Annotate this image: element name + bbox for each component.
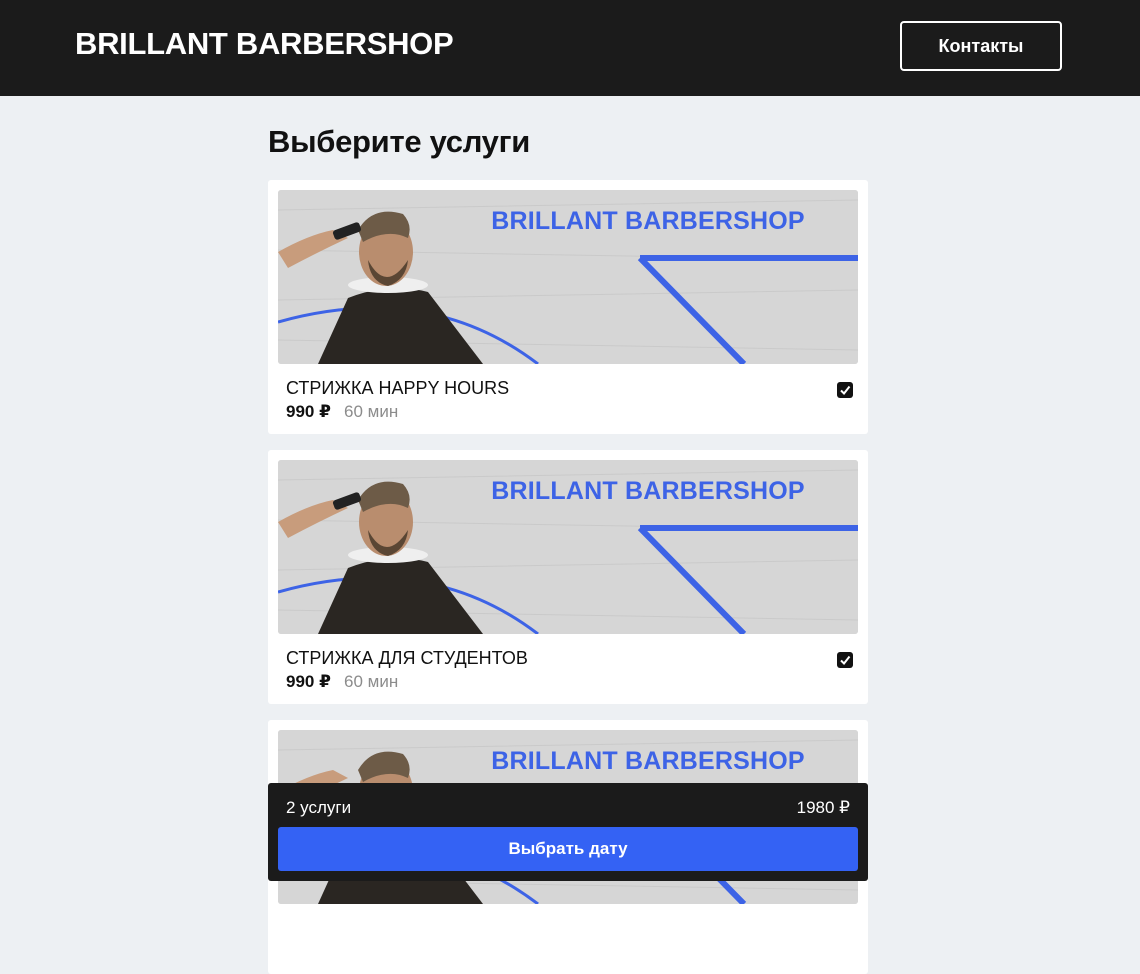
service-name: СТРИЖКА ДЛЯ СТУДЕНТОВ [286, 648, 528, 668]
service-duration: 60 мин [344, 672, 399, 691]
checkmark-icon [840, 655, 851, 666]
banner-title: BRILLANT BARBERSHOP [491, 477, 805, 505]
banner-title: BRILLANT BARBERSHOP [491, 207, 805, 235]
page-title: Выберите услуги [268, 124, 530, 159]
choose-date-button[interactable]: Выбрать дату [278, 827, 858, 871]
cart-summary: 2 услуги 1980 ₽ Выбрать дату [268, 783, 868, 881]
banner-title: BRILLANT BARBERSHOP [491, 747, 805, 775]
service-select-checkbox[interactable] [837, 652, 853, 668]
brand-logo-text[interactable]: BRILLANT BARBERSHOP [75, 26, 454, 62]
service-banner-image: BRILLANT BARBERSHOP [278, 190, 858, 364]
service-name: СТРИЖКА HAPPY HOURS [286, 378, 510, 398]
service-banner-image: BRILLANT BARBERSHOP [278, 460, 858, 634]
service-price: 990 ₽ [286, 672, 331, 691]
service-card[interactable]: BRILLANT BARBERSHOP СТРИЖКА ДЛЯ СТУДЕНТО… [268, 450, 868, 704]
selected-count: 2 услуги [286, 798, 352, 817]
total-price: 1980 ₽ [796, 798, 850, 817]
checkmark-icon [840, 385, 851, 396]
service-card[interactable]: BRILLANT BARBERSHOP СТРИЖКА HAPPY HOURS … [268, 180, 868, 434]
contacts-button[interactable]: Контакты [900, 21, 1062, 71]
service-duration: 60 мин [344, 402, 399, 421]
site-header: BRILLANT BARBERSHOP Контакты [0, 0, 1140, 96]
service-select-checkbox[interactable] [837, 382, 853, 398]
service-price: 990 ₽ [286, 402, 331, 421]
